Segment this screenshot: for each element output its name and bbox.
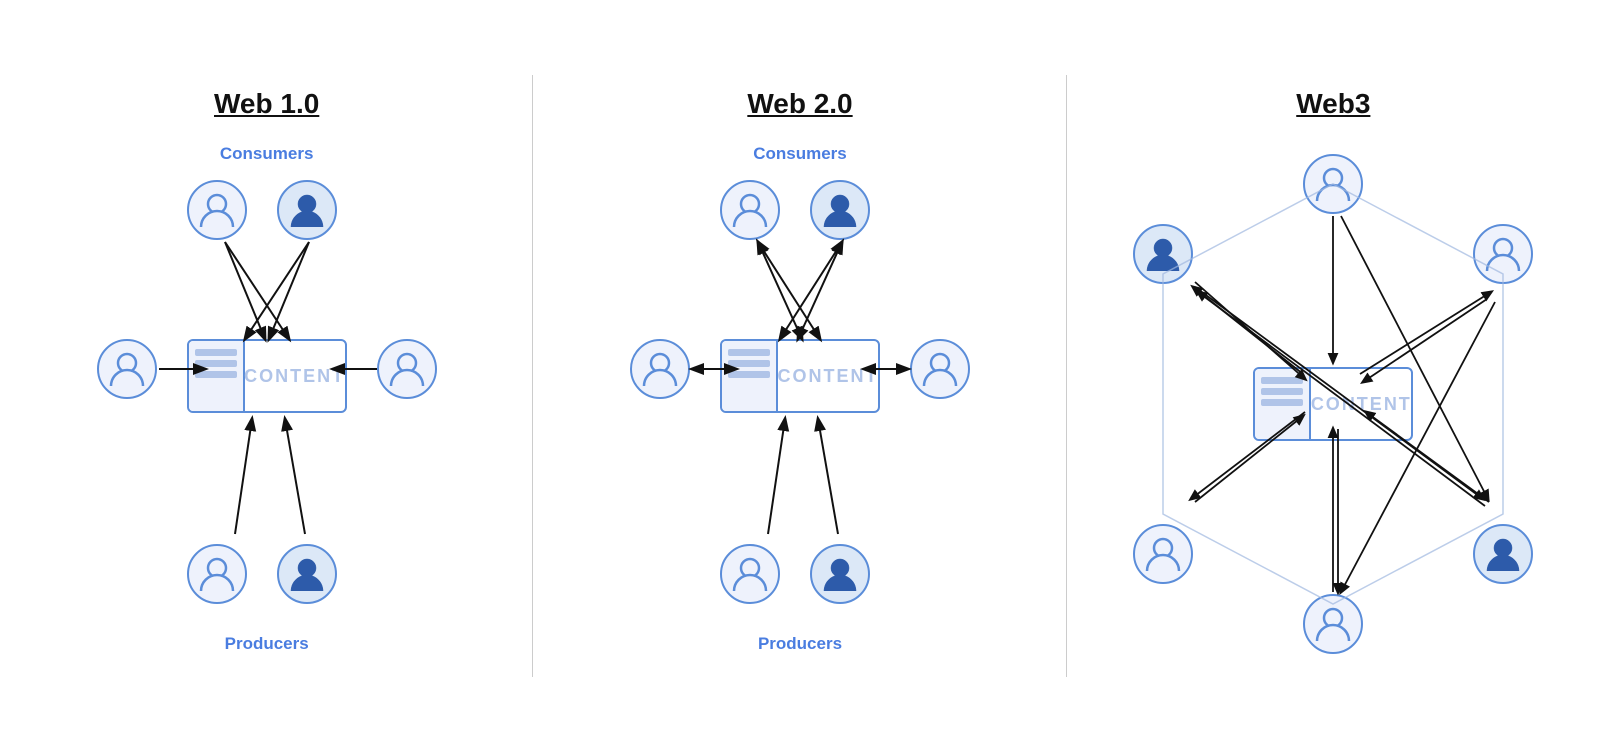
web1-consumer2 bbox=[277, 180, 337, 240]
web3-diagram: CONTENT bbox=[1113, 144, 1553, 664]
web3-user-bottom bbox=[1303, 594, 1363, 654]
section-web3: Web3 bbox=[1067, 0, 1600, 752]
web2-diagram: Consumers bbox=[620, 144, 980, 664]
web3-user-topright bbox=[1473, 224, 1533, 284]
section-web1: Web 1.0 Consumers bbox=[0, 0, 533, 752]
web1-producer2 bbox=[277, 544, 337, 604]
web1-content-label: CONTENT bbox=[245, 341, 345, 411]
web2-producer2 bbox=[810, 544, 870, 604]
web2-content-label: CONTENT bbox=[778, 341, 878, 411]
web3-user-bottomleft bbox=[1133, 524, 1193, 584]
web3-user-top bbox=[1303, 154, 1363, 214]
main-container: Web 1.0 Consumers bbox=[0, 0, 1600, 752]
web2-producer1 bbox=[720, 544, 780, 604]
web3-user-bottomright bbox=[1473, 524, 1533, 584]
web1-producer1 bbox=[187, 544, 247, 604]
web1-producers-label: Producers bbox=[225, 634, 309, 654]
web2-consumers-label: Consumers bbox=[753, 144, 847, 164]
web1-right-user bbox=[377, 339, 437, 399]
web1-consumers-label: Consumers bbox=[220, 144, 314, 164]
web3-content-box: CONTENT bbox=[1253, 367, 1413, 441]
section-web2: Web 2.0 Consumers bbox=[533, 0, 1066, 752]
web2-right-user bbox=[910, 339, 970, 399]
web3-user-topleft bbox=[1133, 224, 1193, 284]
web1-consumer1 bbox=[187, 180, 247, 240]
web1-content-box: CONTENT bbox=[187, 339, 347, 413]
web2-consumer2 bbox=[810, 180, 870, 240]
web3-content-label: CONTENT bbox=[1311, 369, 1411, 439]
web1-diagram: Consumers bbox=[87, 144, 447, 664]
web2-content-box: CONTENT bbox=[720, 339, 880, 413]
web1-left-user bbox=[97, 339, 157, 399]
web2-title: Web 2.0 bbox=[747, 88, 852, 120]
web2-producers-label: Producers bbox=[758, 634, 842, 654]
web3-title: Web3 bbox=[1296, 88, 1370, 120]
web2-left-user bbox=[630, 339, 690, 399]
web2-consumer1 bbox=[720, 180, 780, 240]
web1-title: Web 1.0 bbox=[214, 88, 319, 120]
